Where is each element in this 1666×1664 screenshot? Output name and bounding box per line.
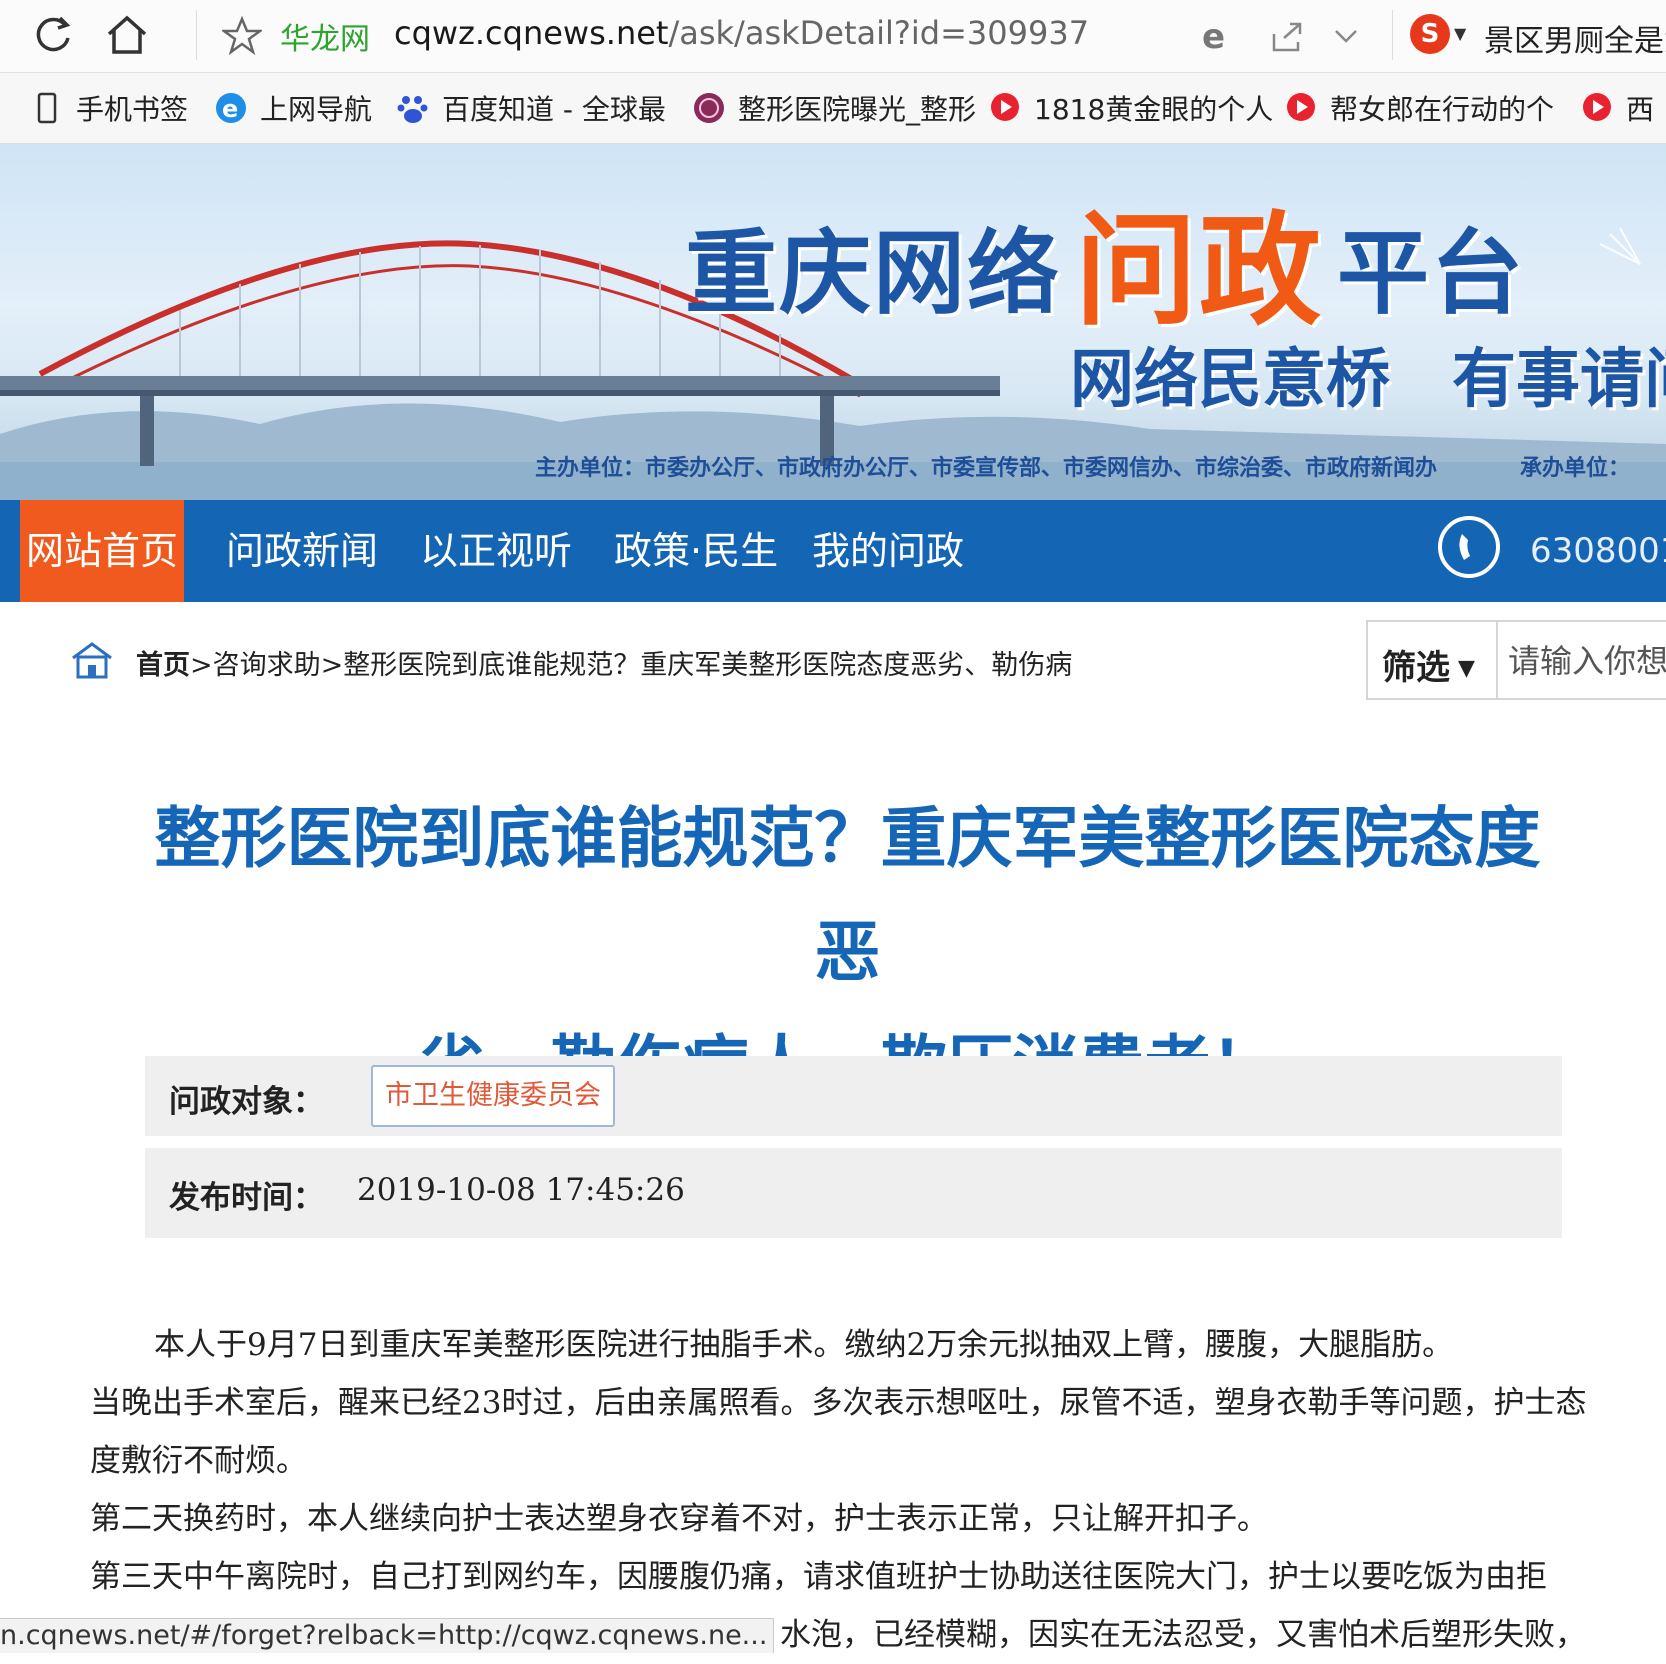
home-icon[interactable] xyxy=(104,12,150,58)
bookmark-label: 西 xyxy=(1626,93,1655,126)
video-icon xyxy=(991,93,1019,121)
nav-item-clarify[interactable]: 以正视听 xyxy=(406,500,586,602)
bookmark-item[interactable]: 西 xyxy=(1580,89,1654,127)
bookmark-label: 百度知道 - 全球最 xyxy=(442,93,666,126)
banner-title: 重庆网络 问政 平台 xyxy=(685,172,1525,349)
search-engine-icon[interactable]: S xyxy=(1410,14,1450,54)
banner-slogan-1: 网络民意桥 xyxy=(1070,343,1390,417)
caret-down-icon: ▼ xyxy=(1458,656,1475,681)
banner-organizers: 主办单位：市委办公厅、市政府办公厅、市委宣传部、市委网信办、市综治委、市政府新闻… xyxy=(535,456,1438,481)
video-icon xyxy=(1583,93,1611,121)
phone-icon xyxy=(1438,516,1500,578)
bookmark-item[interactable]: 百度知道 - 全球最 xyxy=(396,89,666,127)
ie-compat-icon[interactable]: e xyxy=(1196,16,1236,56)
article-paragraph: 第二天换药时，本人继续向护士表达塑身衣穿着不对，护士表示正常，只让解开扣子。 xyxy=(90,1501,1268,1537)
bookmark-label: 手机书签 xyxy=(76,93,189,126)
refresh-icon[interactable] xyxy=(30,12,76,58)
breadcrumb-separator: > xyxy=(320,650,344,681)
banner-title-right: 平台 xyxy=(1337,220,1526,327)
breadcrumb-category[interactable]: 咨询求助 xyxy=(213,650,321,681)
url-field[interactable]: cqwz.cqnews.net/ask/askDetail?id=309937 xyxy=(394,14,1089,52)
breadcrumb-home[interactable]: 首页 xyxy=(136,650,190,681)
bookmarks-bar: 手机书签 e 上网导航 百度知道 - 全球最 整形医院曝光_整形 1818黄金眼… xyxy=(0,73,1666,144)
meta-time-value: 2019-10-08 17:45:26 xyxy=(357,1172,685,1208)
search-engine-caret-icon[interactable]: ▼ xyxy=(1454,24,1466,43)
bookmark-item[interactable]: 帮女郎在行动的个 xyxy=(1284,89,1554,127)
article-title-line: 整形医院到底谁能规范？重庆军美整形医院态度恶 xyxy=(154,800,1541,991)
banner-undertaker: 承办单位： xyxy=(1520,456,1631,481)
baidu-icon xyxy=(397,96,428,123)
nav-item-my-ask[interactable]: 我的问政 xyxy=(798,500,978,602)
article-paragraph: 当晚出手术室后，醒来已经23时过，后由亲属照看。多次表示想呕吐，尿管不适，塑身衣… xyxy=(90,1385,1587,1479)
bookmark-item[interactable]: e 上网导航 xyxy=(214,89,372,127)
banner-title-left: 重庆网络 xyxy=(685,220,1062,327)
site-icon xyxy=(694,93,724,123)
bookmark-item[interactable]: 整形医院曝光_整形 xyxy=(692,89,976,127)
hotline-number: 63080011 xyxy=(1530,531,1666,571)
filter-label: 筛选 xyxy=(1382,648,1450,688)
bookmark-label: 整形医院曝光_整形 xyxy=(738,93,977,126)
share-icon[interactable] xyxy=(1266,16,1306,56)
nav-item-home[interactable]: 网站首页 xyxy=(20,500,184,602)
toolbar-divider xyxy=(1392,10,1393,60)
meta-target-row: 问政对象： 市卫生健康委员会 xyxy=(145,1056,1562,1136)
meta-target-label: 问政对象： xyxy=(169,1084,324,1120)
meta-time-row: 发布时间： 2019-10-08 17:45:26 xyxy=(145,1148,1562,1238)
bookmark-label: 上网导航 xyxy=(260,93,373,126)
meta-target-tag[interactable]: 市卫生健康委员会 xyxy=(371,1065,615,1127)
main-nav: 网站首页 问政新闻 以正视听 政策·民生 我的问政 xyxy=(0,500,1666,602)
article-paragraph: 痕，水泡，已经模糊，因实在无法忍受，又害怕术后塑形失败， xyxy=(718,1617,1586,1653)
nav-item-news[interactable]: 问政新闻 xyxy=(212,500,392,602)
bookmark-item[interactable]: 1818黄金眼的个人 xyxy=(988,89,1273,127)
breadcrumb-current: 整形医院到底谁能规范？重庆军美整形医院态度恶劣、勒伤病 xyxy=(343,650,1073,681)
url-host: cqwz.cqnews.net xyxy=(394,14,669,52)
svg-text:e: e xyxy=(222,95,238,123)
toolbar-divider xyxy=(196,10,197,60)
svg-text:e: e xyxy=(1202,17,1225,56)
article-paragraph: 本人于9月7日到重庆军美整形医院进行抽脂手术。缴纳2万余元拟抽双上臂，腰腹，大腿… xyxy=(154,1327,1454,1363)
article-paragraph: 第三天中午离院时，自己打到网约车，因腰腹仍痛，请求值班护士协助送往医院大门，护士… xyxy=(90,1559,1547,1595)
banner-slogan-2: 有事请问 xyxy=(1452,343,1666,417)
filter-divider xyxy=(1496,622,1498,698)
site-banner: 重庆网络问政平台 网络民意桥 有事请问 主办单位：市委办公厅、市政府办公厅、市委… xyxy=(0,144,1666,500)
bookmark-label: 1818黄金眼的个人 xyxy=(1034,93,1274,126)
bookmark-item[interactable]: 手机书签 xyxy=(30,89,188,127)
url-path: /ask/askDetail?id=309937 xyxy=(668,14,1090,52)
star-icon[interactable] xyxy=(222,16,262,56)
video-icon xyxy=(1287,93,1315,121)
breadcrumb-separator: > xyxy=(190,650,213,681)
site-label: 华龙网 xyxy=(280,22,370,57)
chevron-down-icon[interactable] xyxy=(1326,16,1366,56)
search-hint[interactable]: 景区男厕全是女 xyxy=(1484,16,1666,60)
bookmark-label: 帮女郎在行动的个 xyxy=(1330,93,1555,126)
browser-address-bar: 华龙网 cqwz.cqnews.net/ask/askDetail?id=309… xyxy=(0,0,1666,73)
nav-item-policy[interactable]: 政策·民生 xyxy=(600,500,792,602)
filter-dropdown[interactable]: 筛选 ▼ xyxy=(1382,640,1475,689)
banner-title-highlight: 问政 xyxy=(1075,200,1324,342)
meta-time-label: 发布时间： xyxy=(169,1180,324,1216)
ie-icon: e xyxy=(216,93,246,123)
search-input[interactable]: 请输入你想查 xyxy=(1508,636,1666,682)
breadcrumb: 首页>咨询求助>整形医院到底谁能规范？重庆军美整形医院态度恶劣、勒伤病 xyxy=(136,643,1072,682)
phone-icon xyxy=(37,92,57,124)
status-bar-url: n.cqnews.net/#/forget?relback=http://cqw… xyxy=(0,1618,775,1653)
home-icon[interactable] xyxy=(70,640,114,680)
